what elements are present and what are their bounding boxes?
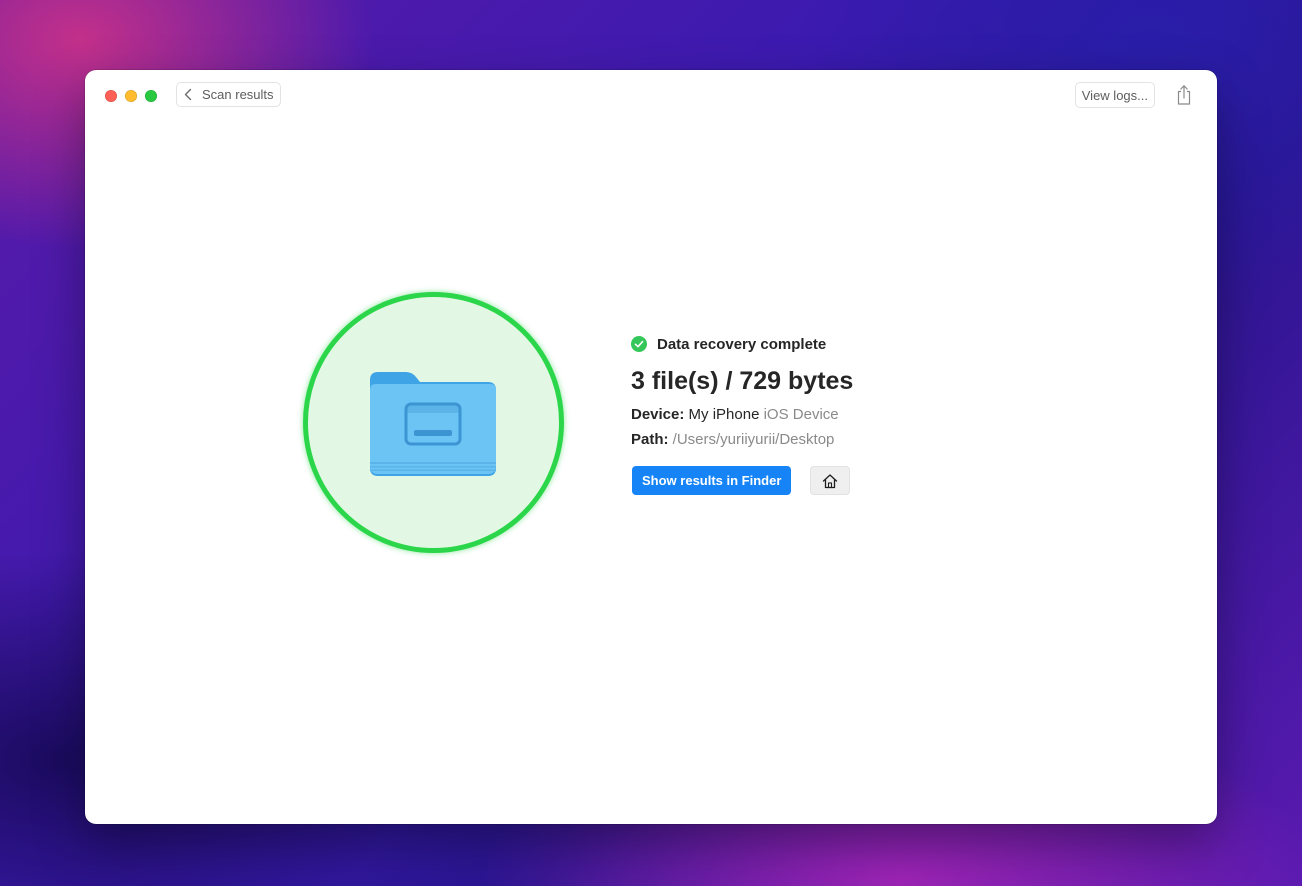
result-info-panel: Data recovery complete 3 file(s) / 729 b… — [631, 334, 1051, 495]
back-to-scan-results-button[interactable]: Scan results — [176, 82, 281, 107]
show-results-label: Show results in Finder — [642, 473, 782, 488]
window-close-button[interactable] — [105, 90, 117, 102]
window-zoom-button[interactable] — [145, 90, 157, 102]
path-row: Path: /Users/yuriiyurii/Desktop — [631, 427, 1051, 452]
home-icon — [823, 473, 838, 488]
device-type: iOS Device — [763, 406, 839, 423]
recovery-summary: 3 file(s) / 729 bytes — [631, 367, 854, 395]
device-label: Device: — [631, 406, 685, 423]
checkmark-circle-icon — [631, 336, 647, 352]
folder-icon — [370, 372, 496, 476]
status-line: Data recovery complete — [631, 334, 1051, 354]
path-label: Path: — [631, 431, 669, 448]
share-icon[interactable] — [1174, 84, 1194, 106]
app-window: Scan results View logs... Data recovery … — [85, 70, 1217, 824]
desktop-background: Scan results View logs... Data recovery … — [0, 0, 1302, 886]
action-buttons: Show results in Finder — [631, 466, 1051, 495]
device-row: Device: My iPhone iOS Device — [631, 402, 1051, 427]
status-text: Data recovery complete — [657, 335, 827, 353]
path-value: /Users/yuriiyurii/Desktop — [672, 431, 835, 448]
home-button[interactable] — [810, 466, 851, 495]
chevron-left-icon — [184, 88, 192, 101]
back-button-label: Scan results — [202, 87, 274, 102]
device-name: My iPhone — [688, 406, 760, 423]
view-logs-label: View logs... — [1081, 87, 1148, 103]
show-results-in-finder-button[interactable]: Show results in Finder — [632, 466, 792, 495]
view-logs-button[interactable]: View logs... — [1074, 82, 1155, 108]
window-minimize-button[interactable] — [125, 90, 137, 102]
